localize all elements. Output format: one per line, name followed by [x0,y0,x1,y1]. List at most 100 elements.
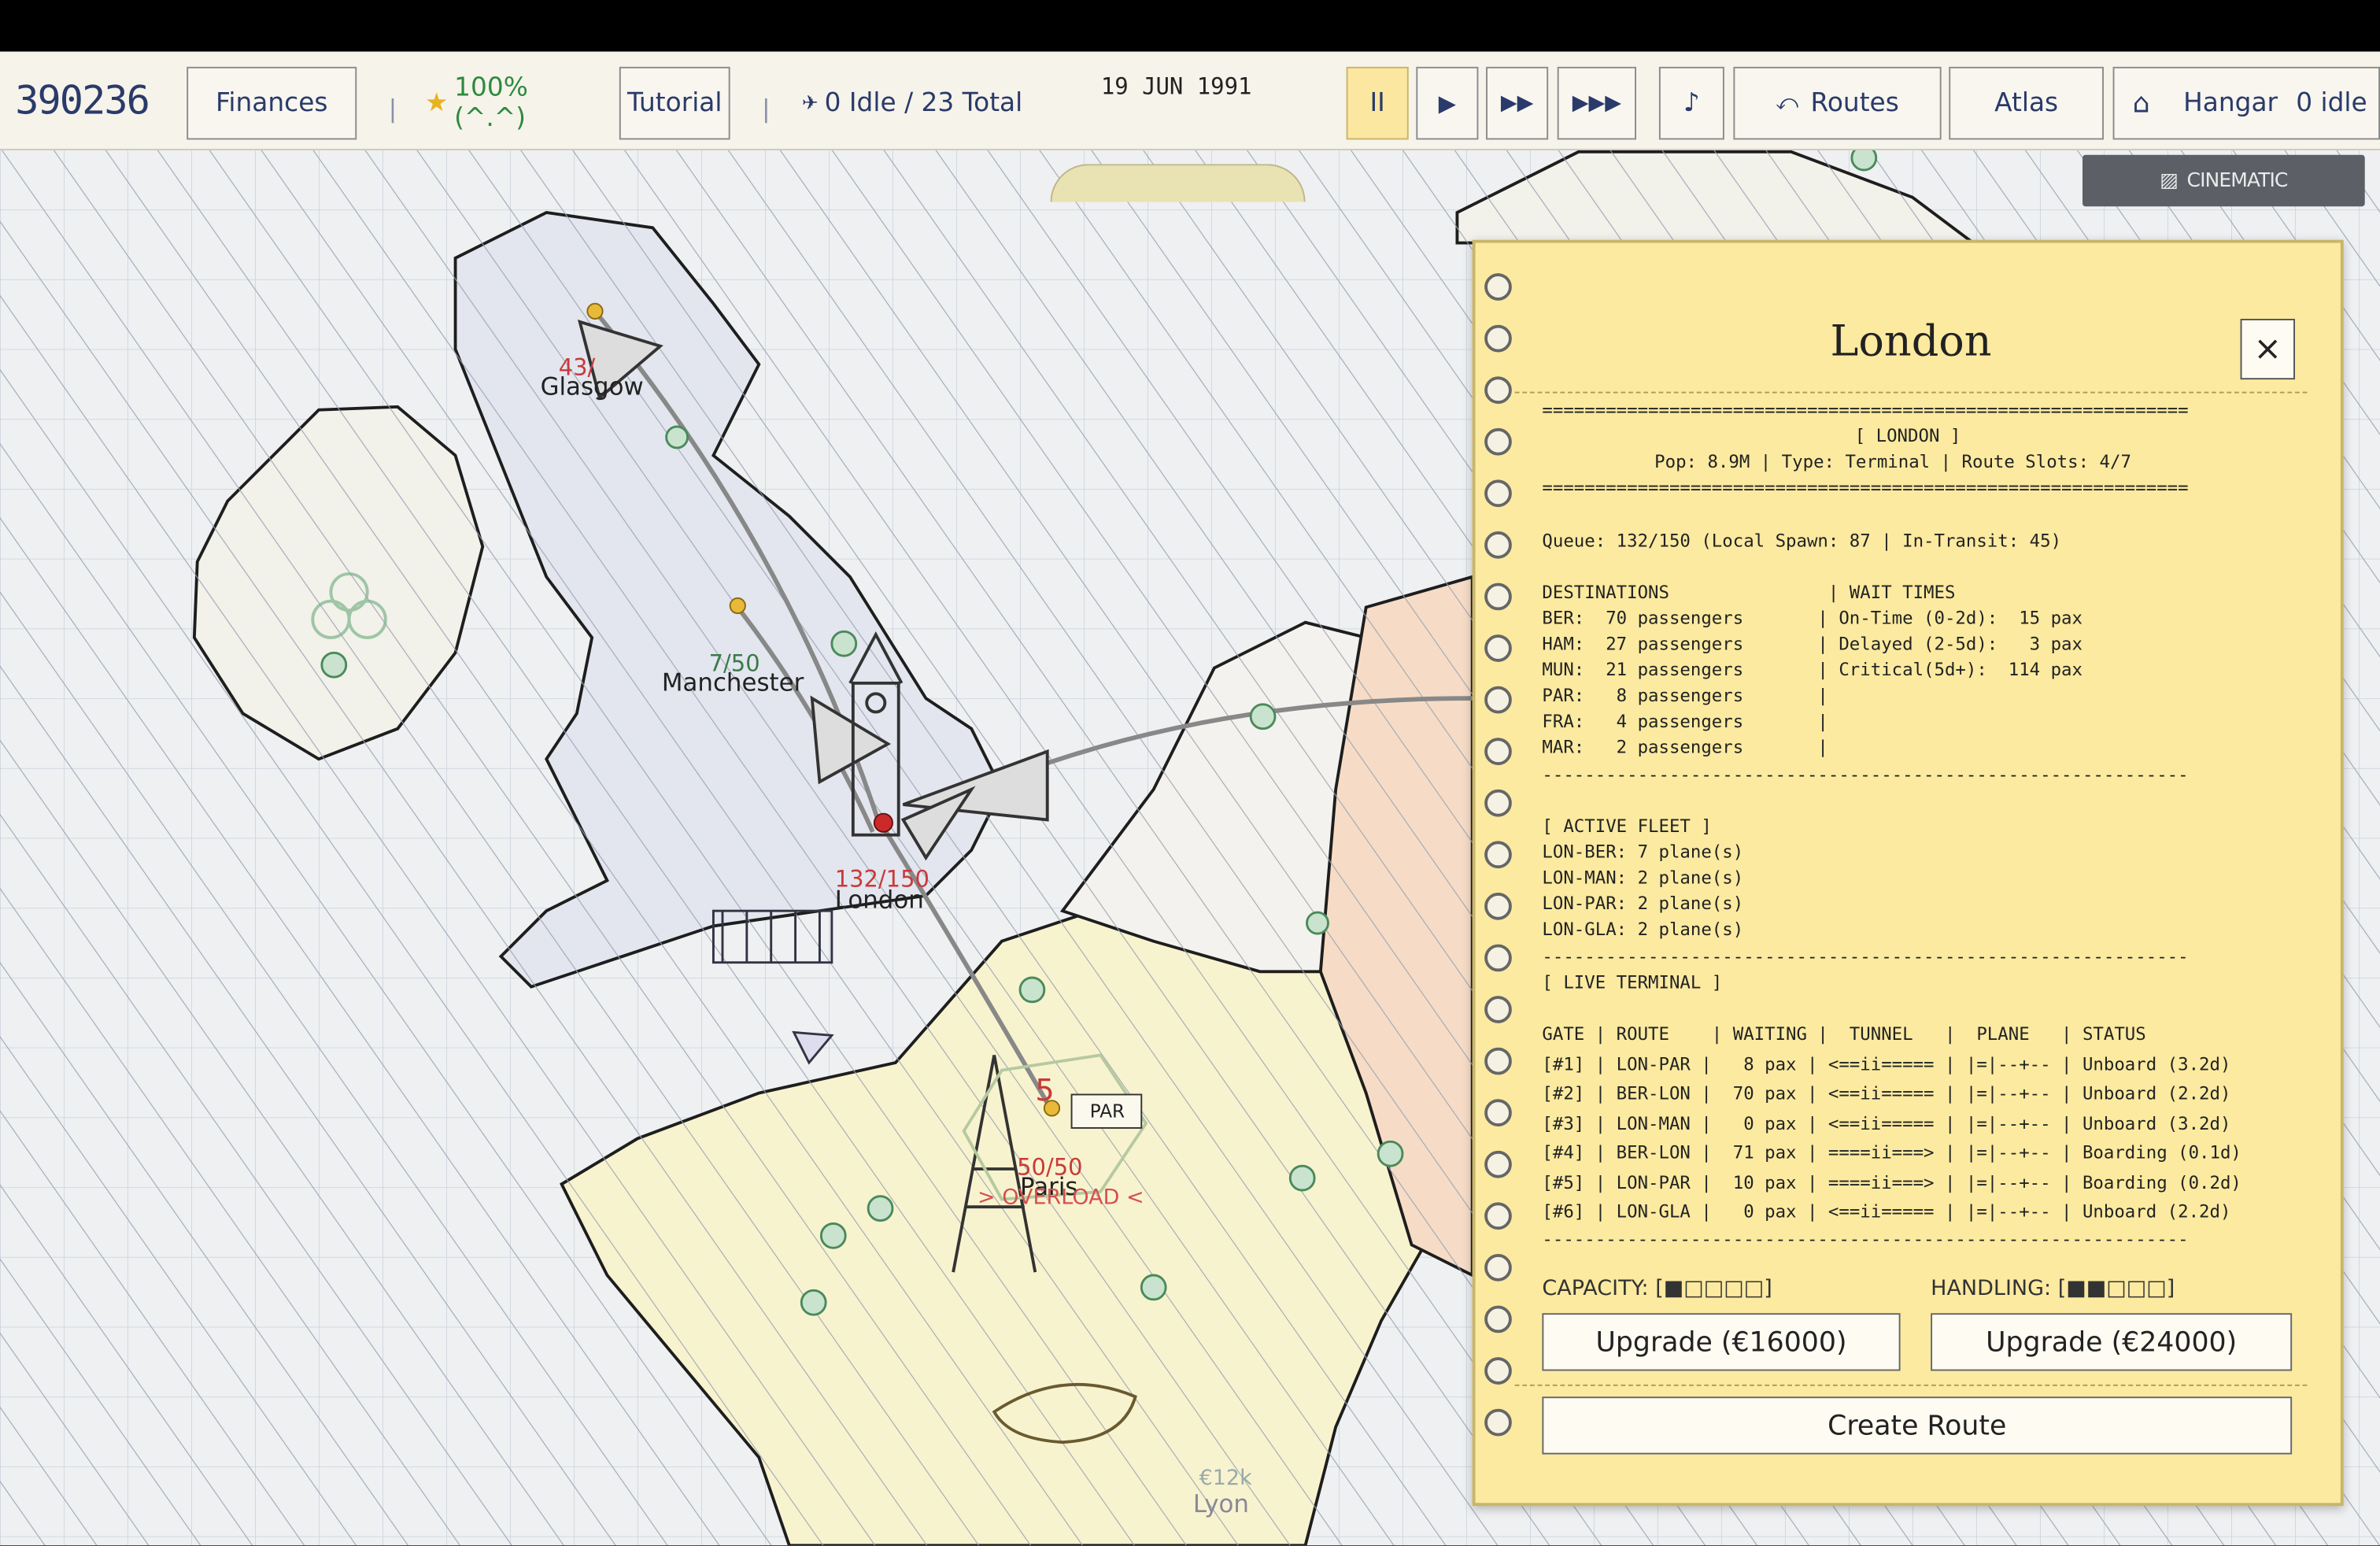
hangar-label: Hangar [2183,87,2278,119]
binder-ring [1484,1253,1512,1282]
routes-button[interactable]: ⤺ Routes [1733,66,1942,140]
close-button[interactable]: × [2240,318,2295,380]
destination-row: MAR: 2 passengers | [1542,736,1828,758]
queue-line: Queue: 132/150 (Local Spawn: 87 | In-Tra… [1542,530,2062,552]
city-count-lyon: €12k [1199,1466,1252,1491]
binder-ring [1484,686,1512,714]
money-display: 390236 [15,79,150,125]
city-header: [ LONDON ] [1854,424,1961,446]
binder-ring [1484,789,1512,817]
upgrade-handling-button[interactable]: Upgrade (€24000) [1931,1313,2293,1371]
fleet-row: LON-PAR: 2 plane(s) [1542,892,1744,914]
terminal-row[interactable]: [#4] | BER-LON | 71 pax | ====ii===> | |… [1542,1140,2241,1166]
season-dial [1050,164,1306,202]
destination-row: BER: 70 passengers | On-Time (0-2d): 15 … [1542,607,2082,629]
handling-label: HANDLING: [■■□□□] [1931,1276,2175,1301]
city-label-london[interactable]: London [835,885,924,914]
destination-row: FRA: 4 passengers | [1542,710,1828,732]
hangar-idle-count: 0 idle [2296,87,2367,119]
rule-line: ========================================… [1542,399,2189,421]
music-button[interactable]: ♪ [1658,66,1724,140]
fleet-row: LON-MAN: 2 plane(s) [1542,867,1744,889]
binder-ring [1484,1150,1512,1178]
binder-ring [1484,273,1512,301]
binder-ring [1484,892,1512,920]
pause-button[interactable]: II [1346,66,1409,140]
terminal-row[interactable]: [#2] | BER-LON | 70 pax | <==ii===== | |… [1542,1081,2230,1107]
binder-ring [1484,1099,1512,1126]
hangar-icon: ⌂ [2132,87,2150,120]
rule-line: ========================================… [1542,476,2189,498]
window-top-bar [0,0,2380,52]
fleet-status: ✈ 0 Idle / 23 Total [798,67,1026,140]
binder-ring [1484,944,1512,972]
close-icon: × [2253,330,2282,368]
fleet-row: LON-BER: 7 plane(s) [1542,841,1744,863]
destination-row: HAM: 27 passengers | Delayed (2-5d): 3 p… [1542,633,2082,655]
binder-ring [1484,376,1512,404]
routes-icon: ⤺ [1776,91,1799,116]
game-screen: Glasgow 43/ 7/50 Manchester 132/150 Lond… [0,0,2380,1546]
binder-ring [1484,1357,1512,1385]
terminal-header: [ LIVE TERMINAL ] [1542,971,1723,993]
binder-ring [1484,738,1512,765]
terminal-row[interactable]: [#6] | LON-GLA | 0 pax | <==ii===== | |=… [1542,1200,2230,1226]
binder-ring [1484,996,1512,1023]
binder-ring [1484,479,1512,508]
binder-ring [1484,427,1512,456]
plane-icon: ✈ [801,91,819,115]
dash-rule: ----------------------------------------… [1542,1228,2189,1250]
star-icon: ★ [424,87,449,119]
binder-ring [1484,1202,1512,1230]
toolbar: 390236 Finances | ★ 100% (^.^) Tutorial … [0,51,2380,202]
binder-ring [1484,841,1512,869]
divider [1514,1384,2308,1386]
upgrade-capacity-button[interactable]: Upgrade (€16000) [1542,1313,1901,1371]
terminal-columns: GATE | ROUTE | WAITING | TUNNEL | PLANE … [1542,1023,2146,1045]
destination-row: PAR: 8 passengers | [1542,684,1828,706]
dash-rule: ----------------------------------------… [1542,945,2189,967]
binder-ring [1484,1047,1512,1075]
tutorial-button[interactable]: Tutorial [619,66,730,140]
binder-ring [1484,1408,1512,1437]
cinematic-label: CINEMATIC [2186,169,2289,192]
terminal-row[interactable]: [#3] | LON-MAN | 0 pax | <==ii===== | |=… [1542,1111,2230,1137]
fleet-header: [ ACTIVE FLEET ] [1542,815,1712,837]
atlas-button[interactable]: Atlas [1949,66,2104,140]
destinations-header: DESTINATIONS | WAIT TIMES [1542,581,1956,603]
terminal-row[interactable]: [#5] | LON-PAR | 10 pax | ====ii===> | |… [1542,1171,2241,1196]
date-display: 19 JUN 1991 [1100,72,1252,101]
finances-button[interactable]: Finances [187,66,357,140]
binder-ring [1484,531,1512,559]
routes-label: Routes [1810,87,1899,119]
binder-ring [1484,1305,1512,1333]
rating-display: ★ 100% (^.^) [425,67,595,140]
city-label-manchester[interactable]: Manchester [662,668,804,697]
destination-row: MUN: 21 passengers | Critical(5d+): 114 … [1542,658,2082,680]
capacity-label: CAPACITY: [■□□□□] [1542,1276,1772,1301]
city-tag-paris: PAR [1089,1100,1125,1123]
cinematic-button[interactable]: ▨ CINEMATIC [2082,154,2365,207]
city-label-lyon[interactable]: Lyon [1193,1489,1249,1518]
dash-rule: ----------------------------------------… [1542,764,2189,786]
toolbar-separator: | [388,94,397,124]
clapper-icon: ▨ [2160,169,2179,192]
city-population: Pop: 8.9M | Type: Terminal | Route Slots… [1654,450,2131,472]
city-info-panel: London × ===============================… [1472,239,2344,1507]
fast-forward-button[interactable]: ▶▶ [1486,66,1549,140]
rating-label: 100% (^.^) [454,72,528,134]
create-route-button[interactable]: Create Route [1542,1396,2293,1455]
play-button[interactable]: ▶ [1416,66,1479,140]
binder-ring [1484,583,1512,611]
city-badge-paris: 5 [1035,1071,1055,1108]
divider [1514,391,2308,394]
hangar-button[interactable]: ⌂ Hangar 0 idle [2112,66,2380,140]
city-overload-paris: > OVERLOAD < [977,1185,1144,1211]
fleet-row: LON-GLA: 2 plane(s) [1542,918,1744,940]
toolbar-separator: | [762,94,771,124]
binder-ring [1484,634,1512,662]
fleet-status-label: 0 Idle / 23 Total [824,87,1023,119]
panel-title: London [1830,316,1992,366]
fastest-forward-button[interactable]: ▶▶▶ [1557,66,1636,140]
terminal-row[interactable]: [#1] | LON-PAR | 8 pax | <==ii===== | |=… [1542,1052,2230,1078]
